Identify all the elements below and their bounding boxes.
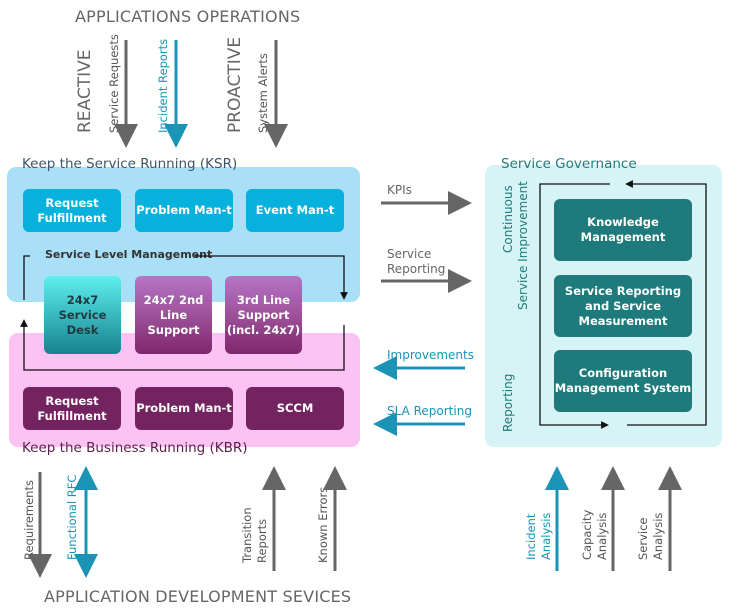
slm-loop-right-top	[195, 255, 348, 300]
connectors-layer	[20, 40, 707, 578]
slm-loop-bottom	[20, 319, 345, 371]
slm-loop-top	[23, 255, 30, 300]
governance-loop-top	[539, 183, 610, 429]
governance-loop-bottom	[625, 180, 707, 426]
